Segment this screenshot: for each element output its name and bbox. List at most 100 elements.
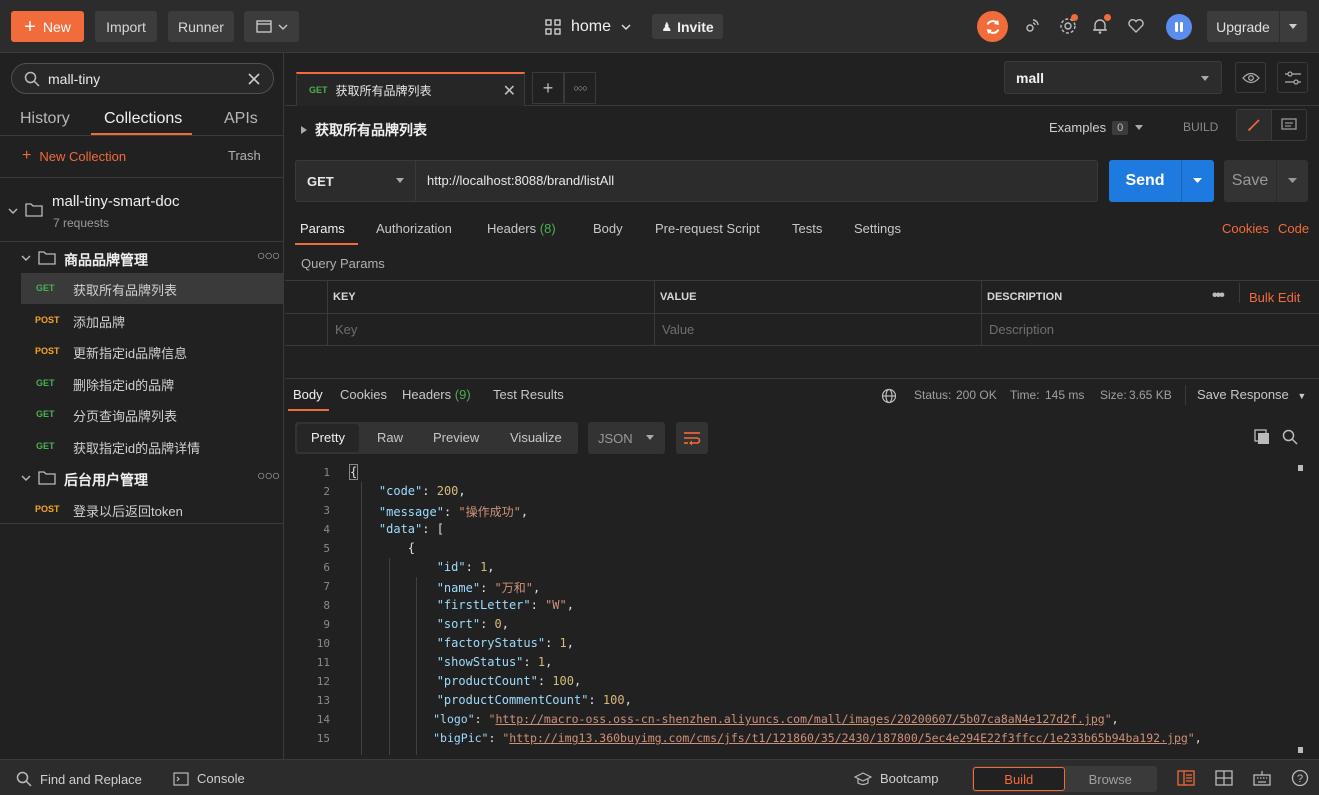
plus-icon: +: [24, 15, 36, 38]
heart-icon[interactable]: [1125, 15, 1147, 37]
manage-environments-button[interactable]: [1277, 62, 1308, 93]
scrollbar-top[interactable]: [1298, 465, 1303, 471]
import-button[interactable]: Import: [95, 11, 157, 42]
chevron-down-icon[interactable]: [1182, 176, 1214, 186]
logo-url-link[interactable]: http://macro-oss.oss-cn-shenzhen.aliyunc…: [495, 712, 1104, 726]
build-toggle[interactable]: Build: [973, 767, 1065, 791]
chevron-down-icon[interactable]: [8, 207, 18, 215]
send-button[interactable]: Send: [1109, 160, 1214, 202]
search-icon[interactable]: [1282, 429, 1298, 445]
language-select[interactable]: JSON: [588, 422, 665, 454]
bootcamp-button[interactable]: Bootcamp: [854, 771, 939, 786]
status-value[interactable]: 200 OK: [956, 388, 997, 402]
find-replace-button[interactable]: Find and Replace: [16, 771, 142, 787]
request-item[interactable]: POST 添加品牌: [21, 305, 284, 336]
upgrade-button[interactable]: Upgrade: [1207, 11, 1307, 42]
new-button[interactable]: + New: [11, 11, 84, 42]
tab-tests[interactable]: Tests: [792, 221, 822, 236]
description-input[interactable]: Description: [982, 314, 1319, 346]
request-item[interactable]: GET 删除指定id的品牌: [21, 368, 284, 399]
format-preview[interactable]: Preview: [433, 430, 479, 445]
request-name: 获取所有品牌列表: [73, 283, 178, 298]
chevron-down-icon[interactable]: [1277, 176, 1308, 186]
time-value[interactable]: 145 ms: [1045, 388, 1084, 402]
environment-select[interactable]: mall: [1004, 61, 1222, 94]
chevron-down-icon[interactable]: [21, 474, 31, 482]
runner-button[interactable]: Runner: [168, 11, 234, 42]
copy-icon[interactable]: [1254, 429, 1270, 445]
request-item[interactable]: GET 分页查询品牌列表: [21, 399, 284, 430]
response-tab-body[interactable]: Body: [293, 387, 323, 402]
request-item[interactable]: GET 获取所有品牌列表: [21, 273, 284, 304]
console-button[interactable]: Console: [173, 771, 245, 786]
tab-apis[interactable]: APIs: [224, 110, 258, 128]
folder-item[interactable]: 后台用户管理 ○○○: [0, 462, 284, 493]
trash-link[interactable]: Trash: [228, 148, 261, 163]
tab-authorization[interactable]: Authorization: [376, 221, 452, 236]
url-input[interactable]: http://localhost:8088/brand/listAll: [427, 173, 614, 188]
browse-toggle[interactable]: Browse: [1065, 767, 1157, 791]
tab-settings[interactable]: Settings: [854, 221, 901, 236]
chevron-down-icon[interactable]: [21, 254, 31, 262]
wrap-lines-button[interactable]: [676, 422, 708, 454]
format-pretty[interactable]: Pretty: [311, 430, 345, 445]
request-item[interactable]: POST 登录以后返回token: [21, 494, 284, 525]
close-icon[interactable]: ✕: [503, 81, 516, 101]
comments-button[interactable]: [1272, 110, 1307, 140]
response-tab-headers[interactable]: Headers (9): [402, 387, 471, 402]
sync-button[interactable]: [977, 11, 1008, 42]
key-input[interactable]: Key: [328, 314, 655, 346]
code-link[interactable]: Code: [1278, 221, 1309, 236]
tab-body[interactable]: Body: [593, 221, 623, 236]
method-select[interactable]: GET: [296, 161, 416, 201]
save-button[interactable]: Save: [1224, 160, 1308, 202]
format-raw[interactable]: Raw: [377, 430, 403, 445]
request-item[interactable]: GET 获取指定id的品牌详情: [21, 431, 284, 462]
request-tab[interactable]: GET 获取所有品牌列表 ✕: [296, 72, 525, 106]
tab-params[interactable]: Params: [300, 221, 345, 236]
more-options-icon[interactable]: ○○○: [257, 467, 280, 483]
scrollbar-bottom[interactable]: [1298, 747, 1303, 753]
edit-mode-button[interactable]: [1237, 110, 1272, 140]
layout-icon[interactable]: [1215, 770, 1233, 786]
workspace-switcher[interactable]: home: [545, 14, 631, 40]
more-options-icon[interactable]: ○○○: [257, 247, 280, 263]
search-box[interactable]: [11, 63, 274, 94]
globe-icon[interactable]: [881, 388, 897, 404]
new-window-button[interactable]: [244, 11, 299, 42]
save-response-button[interactable]: Save Response ▼: [1197, 387, 1306, 402]
cookies-link[interactable]: Cookies: [1222, 221, 1269, 236]
tab-options-button[interactable]: ○○○: [564, 72, 596, 104]
keyboard-icon[interactable]: [1253, 770, 1271, 786]
tab-collections[interactable]: Collections: [104, 110, 182, 128]
collection-item[interactable]: mall-tiny-smart-doc 7 requests: [0, 177, 284, 242]
chevron-down-icon[interactable]: [1280, 22, 1307, 32]
search-input[interactable]: [48, 70, 228, 87]
environment-quick-look-button[interactable]: [1235, 62, 1266, 93]
new-tab-button[interactable]: +: [532, 72, 564, 104]
avatar[interactable]: [1166, 14, 1192, 40]
size-value[interactable]: 3.65 KB: [1129, 388, 1172, 402]
tab-history[interactable]: History: [20, 110, 70, 128]
format-visualize[interactable]: Visualize: [510, 430, 562, 445]
request-title-bar[interactable]: 获取所有品牌列表: [301, 120, 427, 140]
more-options-icon[interactable]: •••: [1212, 287, 1225, 305]
value-input[interactable]: Value: [655, 314, 982, 346]
clear-search-icon[interactable]: [248, 73, 260, 85]
invite-button[interactable]: ♟ Invite: [652, 14, 723, 39]
help-icon[interactable]: ?: [1291, 769, 1309, 787]
tab-prerequest-script[interactable]: Pre-request Script: [655, 221, 760, 236]
folder-item[interactable]: 商品品牌管理 ○○○: [0, 242, 284, 273]
response-tab-test-results[interactable]: Test Results: [493, 387, 564, 402]
request-item[interactable]: POST 更新指定id品牌信息: [21, 336, 284, 367]
examples-dropdown[interactable]: Examples 0: [1049, 120, 1144, 135]
add-user-icon: ♟: [661, 19, 673, 34]
bigpic-url-link[interactable]: http://img13.360buyimg.com/cms/jfs/t1/12…: [509, 731, 1188, 745]
two-pane-icon[interactable]: [1177, 770, 1195, 786]
bulk-edit-link[interactable]: Bulk Edit: [1249, 290, 1300, 305]
response-tab-cookies[interactable]: Cookies: [340, 387, 387, 402]
tab-headers[interactable]: Headers (8): [487, 221, 556, 236]
satellite-icon[interactable]: [1021, 15, 1043, 37]
response-body-editor[interactable]: 1 2 3 4 5 6 7 8 9 10 11 12 13 14 15 { "c…: [295, 463, 1307, 755]
new-collection-button[interactable]: + New Collection: [22, 148, 126, 164]
